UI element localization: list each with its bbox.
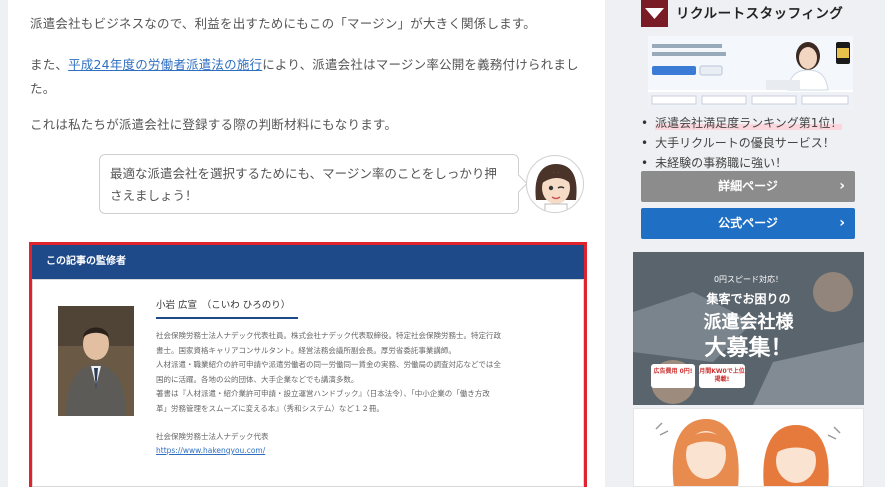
article-content: 派遣会社もビジネスなので、利益を出すためにもこの「マージン」が大きく関係します。…: [8, 0, 605, 487]
sidebar: リクルートスタッフィング 派遣会社満足度ランキング第1位！ 大手リクルートの優良…: [619, 0, 885, 487]
banner-line: 大募集！: [704, 336, 793, 361]
advertiser-recruit-banner[interactable]: 0円スピード対応！ 集客でお困りの 派遣会社様 大募集！ 広告費用 0円! 月間…: [633, 252, 864, 405]
article-paragraph: 派遣会社もビジネスなので、利益を出すためにもこの「マージン」が大きく関係します。: [30, 16, 537, 31]
supervisor-org: 社会保険労務士法人ナデック代表: [156, 432, 269, 441]
banner-badge: 0円スピード対応！: [713, 275, 784, 284]
article-paragraph: また、平成24年度の労働者派遣法の施行により、派遣会社はマージン率公開を義務付け…: [30, 57, 579, 96]
speech-bubble: 最適な派遣会社を選択するためにも、マージン率のことをしっかり押 さえましょう！: [99, 154, 519, 214]
banner-line: 集客でお困りの: [706, 292, 791, 306]
supervisor-website-link[interactable]: https://www.hakengyou.com/: [156, 446, 265, 455]
illustration-banner[interactable]: [633, 408, 864, 487]
recruit-banner[interactable]: [648, 36, 853, 109]
supervisor-bio: 社会保険労務士法人ナデック代表社員。株式会社ナデック代表取締役。特定社会保険労務…: [156, 331, 501, 413]
list-item: 未経験の事務職に強い！: [641, 153, 873, 173]
labor-law-link[interactable]: 平成24年度の労働者派遣法の施行: [68, 57, 262, 72]
detail-page-button[interactable]: 詳細ページ ›: [641, 171, 855, 202]
recruit-logo-icon: [641, 0, 668, 27]
supervisor-name: 小岩 広宣 （こいわ ひろのり）: [156, 297, 298, 319]
banner-tag: 月間KW0で上位掲載!: [699, 368, 745, 383]
brand-name: リクルートスタッフィング: [676, 6, 844, 22]
feature-list: 派遣会社満足度ランキング第1位！ 大手リクルートの優良サービス！ 未経験の事務職…: [641, 113, 873, 173]
official-page-button[interactable]: 公式ページ ›: [641, 208, 855, 239]
chevron-right-icon: ›: [839, 178, 845, 194]
supervisor-box: この記事の監修者 小岩 広宣 （こいわ ひろのり） 社会保険労務士法人ナデック代…: [29, 242, 587, 487]
supervisor-heading: この記事の監修者: [32, 245, 584, 279]
banner-tag: 広告費用 0円!: [653, 368, 693, 375]
list-item: 大手リクルートの優良サービス！: [641, 133, 873, 153]
article-paragraph: これは私たちが派遣会社に登録する際の判断材料にもなります。: [30, 117, 398, 132]
supervisor-photo: [58, 306, 134, 416]
list-item: 派遣会社満足度ランキング第1位！: [641, 113, 873, 133]
chevron-right-icon: ›: [839, 215, 845, 231]
character-avatar: [526, 155, 584, 213]
